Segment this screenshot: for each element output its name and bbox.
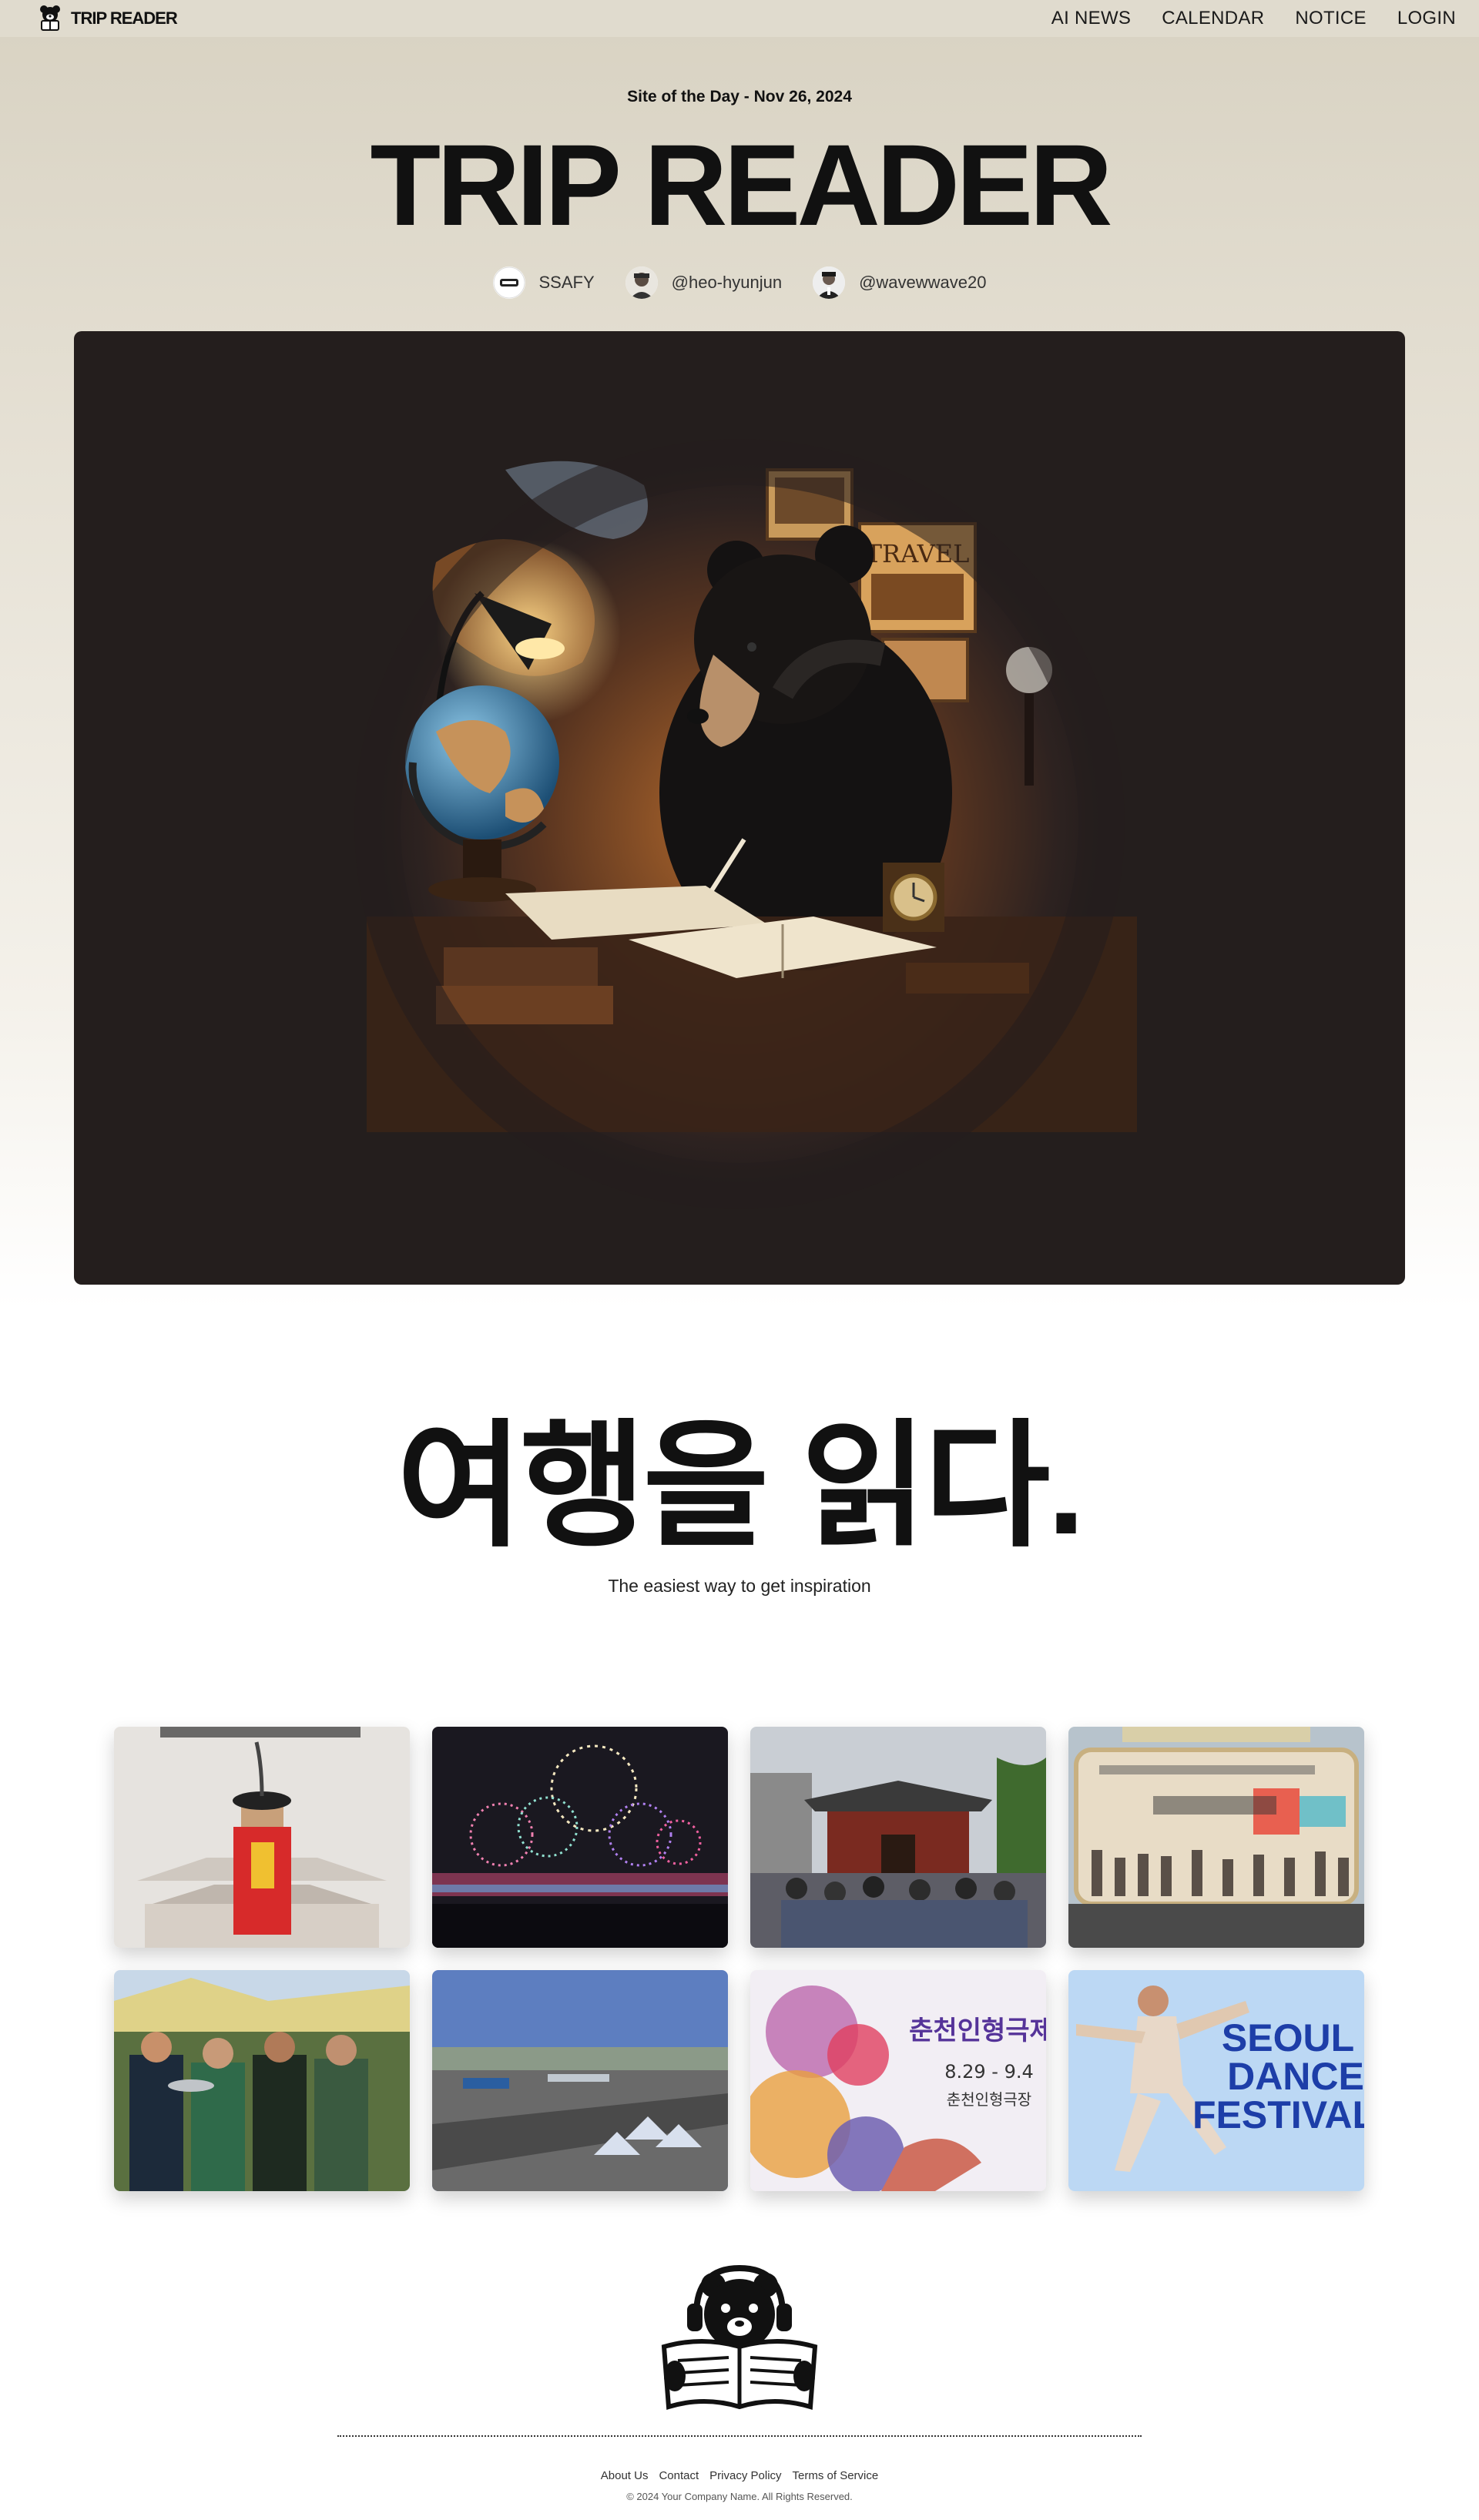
footer-terms-of-service[interactable]: Terms of Service: [793, 2469, 879, 2482]
hero-title: TRIP READER: [370, 120, 1112, 250]
traditional-guard-festival-photo: [114, 1727, 410, 1948]
credit-name: SSAFY: [538, 273, 595, 292]
gallery-card[interactable]: 춘천인형극제 8.29 - 9.4 춘천인형극장: [750, 1970, 1046, 2191]
fireworks-festival-photo: [432, 1727, 728, 1948]
brand-name: TRIP READER: [71, 8, 178, 28]
fishing-festival-photo: [114, 1970, 410, 2191]
palace-gate-crowd-photo: [750, 1727, 1046, 1948]
tagline-sub: The easiest way to get inspiration: [608, 1576, 871, 1596]
poster-line: FESTIVAL: [1192, 2093, 1364, 2136]
bear-reading-newspaper-logo-icon: [659, 2260, 820, 2418]
user-avatar-icon: [813, 266, 846, 299]
footer-privacy-policy[interactable]: Privacy Policy: [709, 2469, 781, 2482]
nav-links: AI NEWS CALENDAR NOTICE LOGIN: [1051, 8, 1456, 29]
dance-festival-poster: SEOUL DANCE FESTIVAL: [1068, 1970, 1364, 2191]
kids-stage-event-photo: [1068, 1727, 1364, 1948]
gallery-card[interactable]: [432, 1970, 728, 2191]
credit-heo-hyunjun[interactable]: @heo-hyunjun: [625, 266, 782, 299]
nav-ai-news[interactable]: AI NEWS: [1051, 8, 1131, 29]
nav-calendar[interactable]: CALENDAR: [1162, 8, 1264, 29]
poster-line: SEOUL: [1222, 2016, 1354, 2059]
gallery-card[interactable]: [750, 1727, 1046, 1948]
top-nav: TRIP READER AI NEWS CALENDAR NOTICE LOGI…: [0, 0, 1479, 37]
poster-title: 춘천인형극제: [909, 2016, 1046, 2046]
festival-grounds-aerial-photo: [432, 1970, 728, 2191]
hero-image-frame: TRAVEL: [74, 331, 1405, 1285]
nav-notice[interactable]: NOTICE: [1295, 8, 1366, 29]
gallery-card[interactable]: SEOUL DANCE FESTIVAL: [1068, 1970, 1364, 2191]
bear-reader-icon: [35, 2, 65, 35]
poster-dates: 8.29 - 9.4: [944, 2061, 1034, 2083]
credits: SSAFY @heo-hyunjun @wavewwave20: [0, 266, 1479, 299]
nav-login[interactable]: LOGIN: [1397, 8, 1456, 29]
credit-wavewwave20[interactable]: @wavewwave20: [813, 266, 987, 299]
footer-links: About Us Contact Privacy Policy Terms of…: [0, 2469, 1479, 2482]
credit-name: @wavewwave20: [859, 273, 987, 292]
footer-divider: [337, 2435, 1142, 2437]
credit-ssafy[interactable]: SSAFY: [492, 266, 595, 299]
copyright: © 2024 Your Company Name. All Rights Res…: [626, 2491, 853, 2502]
user-avatar-icon: [625, 266, 658, 299]
poster-venue: 춘천인형극장: [947, 2090, 1031, 2109]
poster-line: DANCE: [1227, 2055, 1364, 2098]
puppet-festival-poster: 춘천인형극제 8.29 - 9.4 춘천인형극장: [750, 1970, 1046, 2191]
site-of-the-day: Site of the Day - Nov 26, 2024: [627, 88, 852, 106]
festival-gallery: 춘천인형극제 8.29 - 9.4 춘천인형극장 SEOUL DANCE FES…: [114, 1727, 1365, 2191]
bear-reading-at-desk-illustration: TRAVEL: [354, 439, 1137, 1209]
gallery-card[interactable]: [114, 1970, 410, 2191]
footer-about-us[interactable]: About Us: [601, 2469, 649, 2482]
credit-name: @heo-hyunjun: [671, 273, 783, 292]
footer-contact[interactable]: Contact: [659, 2469, 699, 2482]
gallery-card[interactable]: [1068, 1727, 1364, 1948]
gallery-card[interactable]: [432, 1727, 728, 1948]
gallery-card[interactable]: [114, 1727, 410, 1948]
tagline-headline: 여행을 읽다.: [397, 1409, 1085, 1563]
ssafy-logo-icon: [492, 266, 525, 299]
brand[interactable]: TRIP READER: [35, 2, 178, 35]
